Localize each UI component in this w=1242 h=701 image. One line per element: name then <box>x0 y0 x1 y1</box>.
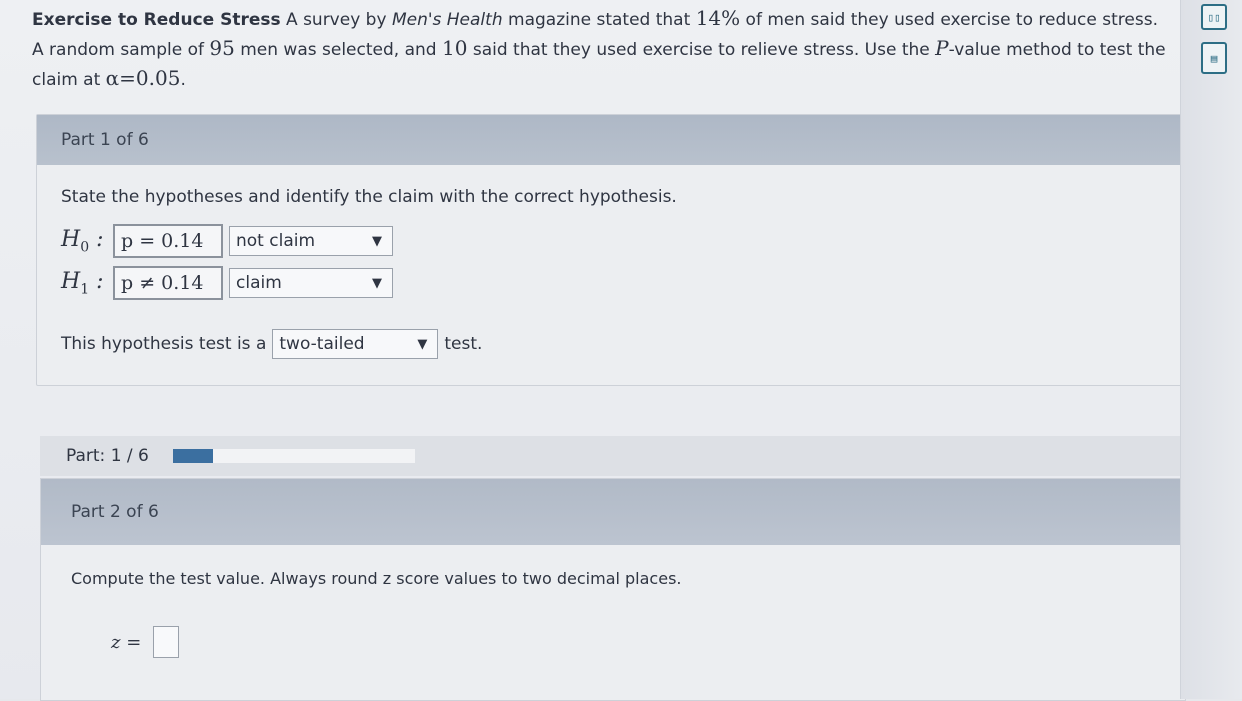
h0-claim-value: not claim <box>236 231 316 251</box>
test-type-row: This hypothesis test is a two-tailed ▼ t… <box>61 329 1157 359</box>
magazine-name: Men's Health <box>391 10 503 30</box>
h1-label: H1 : <box>61 268 104 298</box>
part1-header: Part 1 of 6 <box>37 115 1181 165</box>
problem-title: Exercise to Reduce Stress <box>32 10 281 30</box>
h0-subscript: 0 <box>80 239 90 256</box>
p-symbol: P <box>935 36 949 60</box>
test-prefix: This hypothesis test is a <box>61 334 267 354</box>
dropdown-arrow-icon: ▼ <box>372 233 382 249</box>
calculator-icon[interactable]: ▯▯ <box>1201 4 1227 30</box>
z-input[interactable] <box>153 626 180 658</box>
part1-panel: Part 1 of 6 State the hypotheses and ide… <box>36 114 1182 386</box>
z-label: z = <box>111 631 142 653</box>
test-suffix: test. <box>444 334 483 354</box>
h0-row: H0 : p = 0.14 not claim ▼ <box>61 224 1157 258</box>
h1-subscript: 1 <box>80 281 90 298</box>
test-type-value: two-tailed <box>279 334 365 354</box>
h1-claim-value: claim <box>236 273 282 293</box>
problem-text: magazine stated that <box>508 10 691 30</box>
dropdown-arrow-icon: ▼ <box>372 275 382 291</box>
part1-instruction: State the hypotheses and identify the cl… <box>61 187 677 207</box>
percent-value: 14% <box>695 6 741 30</box>
progress-label: Part: 1 / 6 <box>66 446 149 466</box>
sample-size: 95 <box>209 36 235 60</box>
count-value: 10 <box>441 36 468 60</box>
problem-statement: Exercise to Reduce Stress A survey by Me… <box>32 4 1172 94</box>
part2-panel: Part 2 of 6 Compute the test value. Alwa… <box>40 478 1186 701</box>
test-type-select[interactable]: two-tailed ▼ <box>272 329 439 359</box>
h1-letter: H <box>61 268 81 294</box>
h0-label: H0 : <box>61 226 104 256</box>
tool-rail: ▯▯ ▤ <box>1180 0 1242 699</box>
main-content: Exercise to Reduce Stress A survey by Me… <box>0 0 1186 701</box>
progress-fill <box>172 449 213 463</box>
h1-claim-select[interactable]: claim ▼ <box>229 268 393 298</box>
problem-text: A survey by <box>286 10 387 30</box>
h1-row: H1 : p ≠ 0.14 claim ▼ <box>61 266 1157 300</box>
table-icon[interactable]: ▤ <box>1201 42 1227 74</box>
problem-text: said that they used exercise to relieve … <box>472 40 930 60</box>
problem-text: . <box>180 70 186 90</box>
problem-text: men was selected, and <box>240 40 437 60</box>
part2-instruction: Compute the test value. Always round z s… <box>71 569 682 588</box>
part2-header: Part 2 of 6 <box>41 479 1185 545</box>
h0-letter: H <box>61 226 81 252</box>
part-progress: Part: 1 / 6 <box>40 436 1180 476</box>
h0-claim-select[interactable]: not claim ▼ <box>229 226 393 256</box>
h0-input[interactable]: p = 0.14 <box>113 224 223 258</box>
h1-input[interactable]: p ≠ 0.14 <box>113 266 223 300</box>
z-row: z = <box>71 626 1155 658</box>
dropdown-arrow-icon: ▼ <box>417 336 428 352</box>
alpha-value: α=0.05 <box>105 66 181 90</box>
progress-track <box>212 449 415 463</box>
